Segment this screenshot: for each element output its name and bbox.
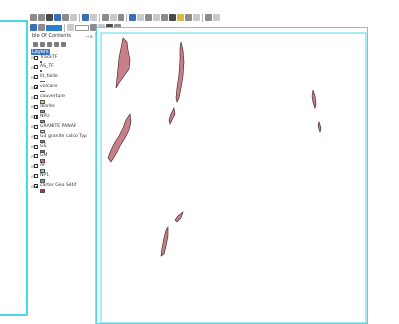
map-canvas[interactable] <box>97 28 369 324</box>
layer-symbol-icon <box>40 81 45 83</box>
list-by-drawing-order-icon[interactable] <box>33 41 38 47</box>
layer-name: NP1 <box>40 173 50 179</box>
toc-title: ble Of Contents <box>32 33 72 39</box>
layer-symbol-icon <box>40 91 45 93</box>
layer-name: GS <box>40 143 47 149</box>
layer-visibility-checkbox[interactable] <box>34 55 38 60</box>
layer-icon[interactable] <box>177 14 185 21</box>
layout-icon[interactable] <box>213 14 220 21</box>
close-icon[interactable]: × <box>90 34 93 39</box>
toolbar-separator <box>202 13 204 22</box>
go-to-xy-icon[interactable] <box>145 14 153 21</box>
arcmap-window: ble Of Contents ⊣ × Layers ⊟ TrackTF ⊟ AS_T… <box>0 0 399 324</box>
html-popup-icon[interactable] <box>169 14 177 21</box>
geology-polygon-6[interactable] <box>317 120 322 134</box>
layer-visibility-checkbox[interactable] <box>34 75 38 80</box>
select-by-rectangle-icon[interactable] <box>38 24 45 31</box>
back-extent-icon[interactable] <box>81 14 89 21</box>
fixed-zoom-out-icon[interactable] <box>69 14 77 21</box>
layer-visibility-checkbox[interactable] <box>34 124 38 129</box>
toolbar-separator <box>64 23 65 32</box>
pin-icon[interactable]: ⊣ <box>85 34 88 39</box>
clear-selection-icon[interactable] <box>109 14 117 21</box>
layer-visibility-checkbox[interactable] <box>34 65 38 70</box>
zoom-out-icon[interactable] <box>37 14 45 21</box>
pan-icon[interactable] <box>45 14 53 21</box>
layer-visibility-checkbox[interactable] <box>34 134 38 139</box>
layer-visibility-checkbox[interactable] <box>34 164 38 169</box>
layer-visibility-checkbox[interactable] <box>34 95 38 100</box>
draw-icon[interactable] <box>67 24 74 31</box>
zoom-in-icon[interactable] <box>30 14 37 21</box>
layer-symbol-icon <box>40 60 42 63</box>
layer-list: ⊟ TrackTF ⊟ AS_TF ⊟ lit_faille ⊟ volcans ⊟ couver… <box>30 55 95 193</box>
geology-polygon-5[interactable] <box>311 89 317 110</box>
hyperlink-icon[interactable] <box>161 14 169 21</box>
layer-name: diorite <box>40 103 55 109</box>
identify-icon[interactable] <box>129 14 137 21</box>
layer-visibility-checkbox[interactable] <box>34 144 38 149</box>
data-frame-border <box>100 32 367 324</box>
layer-name: couverture <box>40 94 66 100</box>
geology-polygon-7[interactable] <box>174 211 184 223</box>
forward-extent-icon[interactable] <box>89 14 97 21</box>
select-features-icon[interactable] <box>101 14 109 21</box>
layer-visibility-checkbox[interactable] <box>34 184 38 189</box>
toolbar-separator <box>98 13 100 22</box>
create-viewer-icon[interactable] <box>193 14 201 21</box>
layer-visibility-checkbox[interactable] <box>34 154 38 159</box>
list-by-selection-icon[interactable] <box>54 41 59 47</box>
fixed-zoom-icon[interactable] <box>61 14 69 21</box>
map-display[interactable] <box>96 27 368 324</box>
select-elements-icon[interactable] <box>117 14 125 21</box>
layer-name: G3 granite calco Typ <box>40 133 87 139</box>
measure-icon[interactable] <box>153 14 161 21</box>
geology-polygon-1[interactable] <box>115 37 131 89</box>
layer-name: carter Geo Sétif <box>40 183 77 189</box>
layer-name: NPU <box>40 113 50 119</box>
geology-polygon-3[interactable] <box>107 113 132 163</box>
list-by-source-icon[interactable] <box>40 41 45 47</box>
layer-name: AS_TF <box>40 64 54 70</box>
toc-toolbar <box>30 40 95 48</box>
layer-symbol-icon <box>40 70 42 73</box>
time-slider-icon[interactable] <box>185 14 193 21</box>
left-window-fragment <box>0 20 28 316</box>
layer-visibility-checkbox[interactable] <box>34 114 38 119</box>
full-extent-icon[interactable] <box>53 14 61 21</box>
toc-layer-item[interactable]: ⊟ carter Geo Sétif <box>30 183 95 194</box>
scale-input[interactable] <box>75 24 89 31</box>
layer-visibility-checkbox[interactable] <box>34 104 38 109</box>
list-by-visibility-icon[interactable] <box>47 41 52 47</box>
layer-name: volcans <box>40 84 58 90</box>
editor-icon[interactable] <box>205 14 213 21</box>
toolbar-separator <box>126 13 128 22</box>
table-of-contents: ble Of Contents ⊣ × Layers ⊟ TrackTF ⊟ AS_T… <box>30 32 96 324</box>
toc-titlebar: ble Of Contents ⊣ × <box>30 32 95 40</box>
layer-name: TrackTF <box>40 54 58 60</box>
toolbar-separator <box>78 13 80 22</box>
layer-visibility-checkbox[interactable] <box>34 174 38 179</box>
geology-polygon-8[interactable] <box>160 226 169 257</box>
active-field-selector[interactable] <box>46 24 62 31</box>
layer-symbol-icon <box>40 189 45 193</box>
layer-name: AF <box>40 163 46 169</box>
geology-polygon-4[interactable] <box>168 107 176 125</box>
find-icon[interactable] <box>137 14 145 21</box>
layer-name: lit_faille <box>40 74 58 80</box>
options-icon[interactable] <box>61 41 66 47</box>
add-data-icon[interactable] <box>30 24 37 31</box>
layer-visibility-checkbox[interactable] <box>34 85 38 90</box>
layer-name: GRANITE PANAF <box>40 123 77 129</box>
geology-polygon-2[interactable] <box>175 41 185 103</box>
layer-name: GM <box>40 153 48 159</box>
